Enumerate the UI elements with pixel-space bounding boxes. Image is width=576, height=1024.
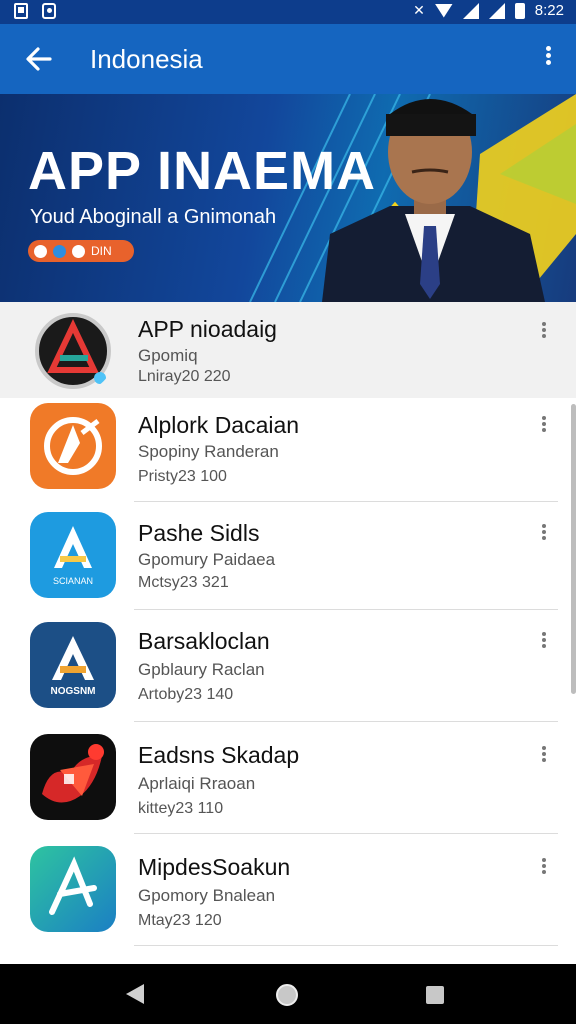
app-subtitle: Gpomory Bnalean	[138, 886, 276, 905]
app-meta: Mtay23 120	[138, 912, 222, 929]
app-subtitle: Gpomury Paidaea	[138, 550, 276, 569]
app-meta: kittey23 110	[138, 800, 224, 817]
list-item[interactable]: Alplork Dacaian Spopiny Randeran Pristy2…	[0, 398, 576, 502]
app-title: Eadsns Skadap	[138, 742, 300, 768]
page-title: Indonesia	[90, 44, 203, 74]
hero-title: APP INAEMA	[28, 141, 377, 201]
app-meta: Lniray20 220	[138, 368, 231, 385]
app-subtitle: Aprlaiqi Rraoan	[138, 774, 256, 793]
back-arrow-icon[interactable]	[22, 42, 56, 76]
mute-icon: ✕	[413, 2, 425, 18]
item-menu-icon[interactable]	[538, 522, 550, 546]
nav-home-icon[interactable]	[276, 984, 298, 1006]
nav-back-icon[interactable]	[126, 984, 144, 1004]
sim-card-icon	[14, 3, 28, 19]
app-subtitle: Gpomiq	[138, 346, 198, 365]
hero-badge[interactable]: DIN	[28, 240, 134, 262]
badge-dot-2-icon	[72, 244, 85, 258]
app-title: MipdesSoakun	[138, 854, 291, 880]
navy-a-icon: NOGSNM	[30, 622, 116, 708]
icon-caption: SCIANAN	[52, 576, 93, 586]
orange-badge-icon	[30, 403, 116, 489]
hero-badge-label: DIN	[91, 244, 112, 258]
app-store-round-icon	[30, 308, 116, 394]
signal-icon	[462, 2, 479, 19]
blue-a-icon: SCIANAN	[30, 512, 116, 598]
app-meta: Artoby23 140	[138, 686, 234, 703]
wifi-icon	[434, 3, 453, 18]
teal-a-icon	[30, 846, 116, 932]
list-item[interactable]: NOGSNM Barsakloclan Gpblaury Raclan Arto…	[0, 610, 576, 722]
red-flame-icon	[30, 734, 116, 820]
camera-notification-icon	[42, 3, 56, 19]
badge-dot-icon	[34, 244, 47, 258]
item-menu-icon[interactable]	[538, 320, 550, 344]
divider	[134, 945, 558, 946]
scrollbar[interactable]	[571, 404, 576, 694]
item-menu-icon[interactable]	[538, 414, 550, 438]
system-nav-bar	[0, 964, 576, 1024]
nav-recents-icon[interactable]	[426, 986, 444, 1004]
status-bar: ✕ 8:22	[0, 0, 576, 24]
app-title: Barsakloclan	[138, 628, 270, 654]
overflow-menu-icon[interactable]	[538, 44, 558, 74]
app-title: Alplork Dacaian	[138, 412, 300, 438]
app-meta: Pristy23 100	[138, 468, 227, 485]
hero-subtitle: Youd Aboginall a Gnimonah	[30, 206, 277, 228]
list-item[interactable]: Eadsns Skadap Aprlaiqi Rraoan kittey23 1…	[0, 722, 576, 834]
list-item[interactable]: APP nioadaig Gpomiq Lniray20 220	[0, 302, 576, 398]
app-title: Pashe Sidls	[138, 520, 260, 546]
list-item[interactable]: MipdesSoakun Gpomory Bnalean Mtay23 120	[0, 834, 576, 946]
item-menu-icon[interactable]	[538, 630, 550, 654]
battery-icon	[514, 2, 525, 19]
app-subtitle: Gpblaury Raclan	[138, 660, 265, 679]
list-item[interactable]: SCIANAN Pashe Sidls Gpomury Paidaea Mcts…	[0, 502, 576, 610]
icon-caption: NOGSNM	[50, 686, 96, 697]
status-time: 8:22	[534, 2, 564, 19]
hero-banner[interactable]: APP INAEMA Youd Aboginall a Gnimonah DIN	[0, 94, 576, 302]
app-meta: Mctsy23 321	[138, 574, 229, 591]
item-menu-icon[interactable]	[538, 856, 550, 880]
badge-dot-blue-icon	[53, 244, 66, 258]
app-subtitle: Spopiny Randeran	[138, 442, 279, 461]
item-menu-icon[interactable]	[538, 744, 550, 768]
app-bar: Indonesia	[0, 24, 576, 94]
signal-2-icon	[488, 2, 505, 19]
app-title: APP nioadaig	[138, 316, 277, 342]
